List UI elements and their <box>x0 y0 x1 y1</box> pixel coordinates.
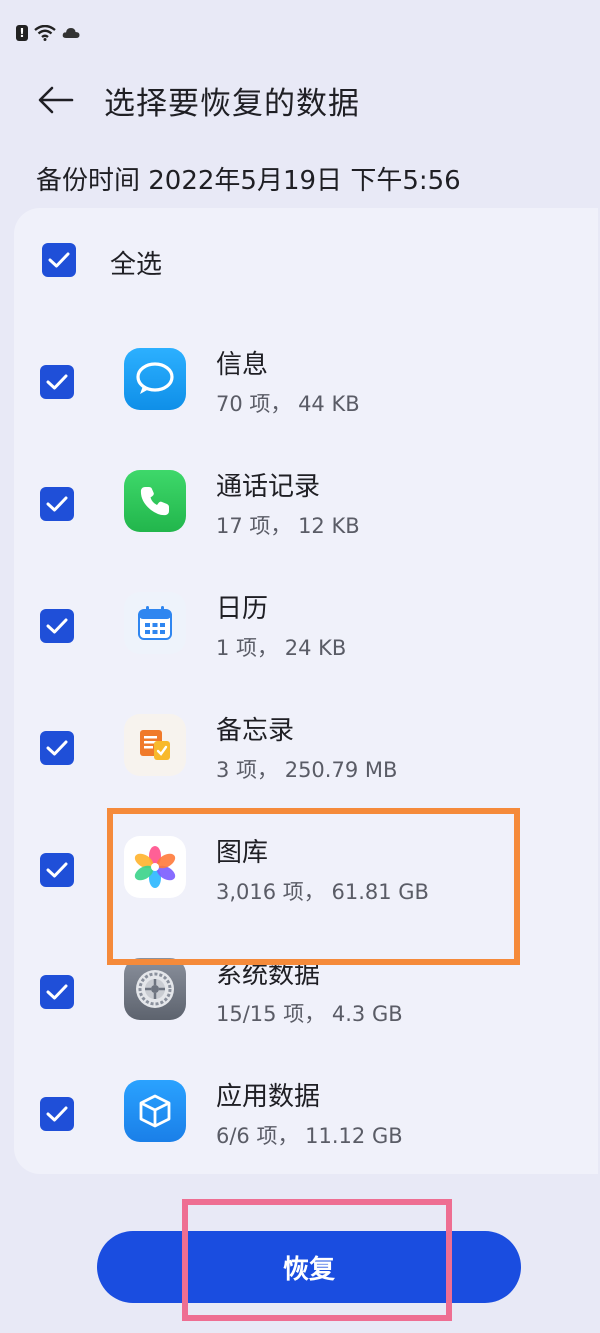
list-item-messages[interactable]: 信息 70 项， 44 KB <box>14 326 598 438</box>
page-title: 选择要恢复的数据 <box>104 86 360 122</box>
item-name: 图库 <box>216 838 269 868</box>
item-name: 通话记录 <box>216 472 321 502</box>
back-arrow-icon <box>38 86 74 114</box>
item-meta: 6/6 项， 11.12 GB <box>216 1124 403 1148</box>
item-meta: 70 项， 44 KB <box>216 392 360 416</box>
item-meta: 3 项， 250.79 MB <box>216 758 398 782</box>
item-meta: 1 项， 24 KB <box>216 636 347 660</box>
check-icon <box>46 1106 68 1122</box>
list-item-app-data[interactable]: 应用数据 6/6 项， 11.12 GB <box>14 1058 598 1170</box>
item-checkbox[interactable] <box>40 365 74 399</box>
item-meta: 3,016 项， 61.81 GB <box>216 880 429 904</box>
restore-button[interactable]: 恢复 <box>97 1231 521 1303</box>
select-all-row[interactable]: 全选 <box>14 230 598 290</box>
list-item-notes[interactable]: 备忘录 3 项， 250.79 MB <box>14 692 598 804</box>
status-bar: ! <box>16 22 80 44</box>
notes-icon <box>124 714 186 776</box>
item-name: 信息 <box>216 350 269 380</box>
item-name: 系统数据 <box>216 960 321 990</box>
item-checkbox[interactable] <box>40 731 74 765</box>
check-icon <box>46 862 68 878</box>
restore-data-screen: ! 选择要恢复的数据 备份时间 2022年5月19日 下午5:56 全选 信息 … <box>0 0 600 1333</box>
check-icon <box>46 740 68 756</box>
list-item-call-log[interactable]: 通话记录 17 项， 12 KB <box>14 448 598 560</box>
item-name: 日历 <box>216 594 269 624</box>
list-item-calendar[interactable]: 日历 1 项， 24 KB <box>14 570 598 682</box>
item-checkbox[interactable] <box>40 853 74 887</box>
item-meta: 17 项， 12 KB <box>216 514 360 538</box>
check-icon <box>46 618 68 634</box>
item-checkbox[interactable] <box>40 975 74 1009</box>
item-checkbox[interactable] <box>40 609 74 643</box>
header: 选择要恢复的数据 <box>0 70 600 130</box>
wifi-icon <box>34 25 56 41</box>
item-meta: 15/15 项， 4.3 GB <box>216 1002 403 1026</box>
item-name: 应用数据 <box>216 1082 321 1112</box>
alert-icon: ! <box>16 25 28 41</box>
cloud-icon <box>62 27 80 39</box>
select-all-label: 全选 <box>110 250 163 280</box>
item-checkbox[interactable] <box>40 1097 74 1131</box>
messages-icon <box>124 348 186 410</box>
select-all-checkbox[interactable] <box>42 243 76 277</box>
settings-icon <box>124 958 186 1020</box>
check-icon <box>46 984 68 1000</box>
data-list-card: 全选 信息 70 项， 44 KB 通话记录 17 项， 12 KB 日历 1 … <box>14 208 598 1174</box>
app-data-icon <box>124 1080 186 1142</box>
check-icon <box>46 496 68 512</box>
list-item-system-data[interactable]: 系统数据 15/15 项， 4.3 GB <box>14 936 598 1048</box>
list-item-gallery[interactable]: 图库 3,016 项， 61.81 GB <box>14 814 598 926</box>
check-icon <box>46 374 68 390</box>
backup-time: 备份时间 2022年5月19日 下午5:56 <box>36 166 461 196</box>
phone-icon <box>124 470 186 532</box>
back-button[interactable] <box>34 80 78 120</box>
item-checkbox[interactable] <box>40 487 74 521</box>
gallery-icon <box>124 836 186 898</box>
check-icon <box>48 252 70 268</box>
item-name: 备忘录 <box>216 716 295 746</box>
calendar-icon <box>124 592 186 654</box>
